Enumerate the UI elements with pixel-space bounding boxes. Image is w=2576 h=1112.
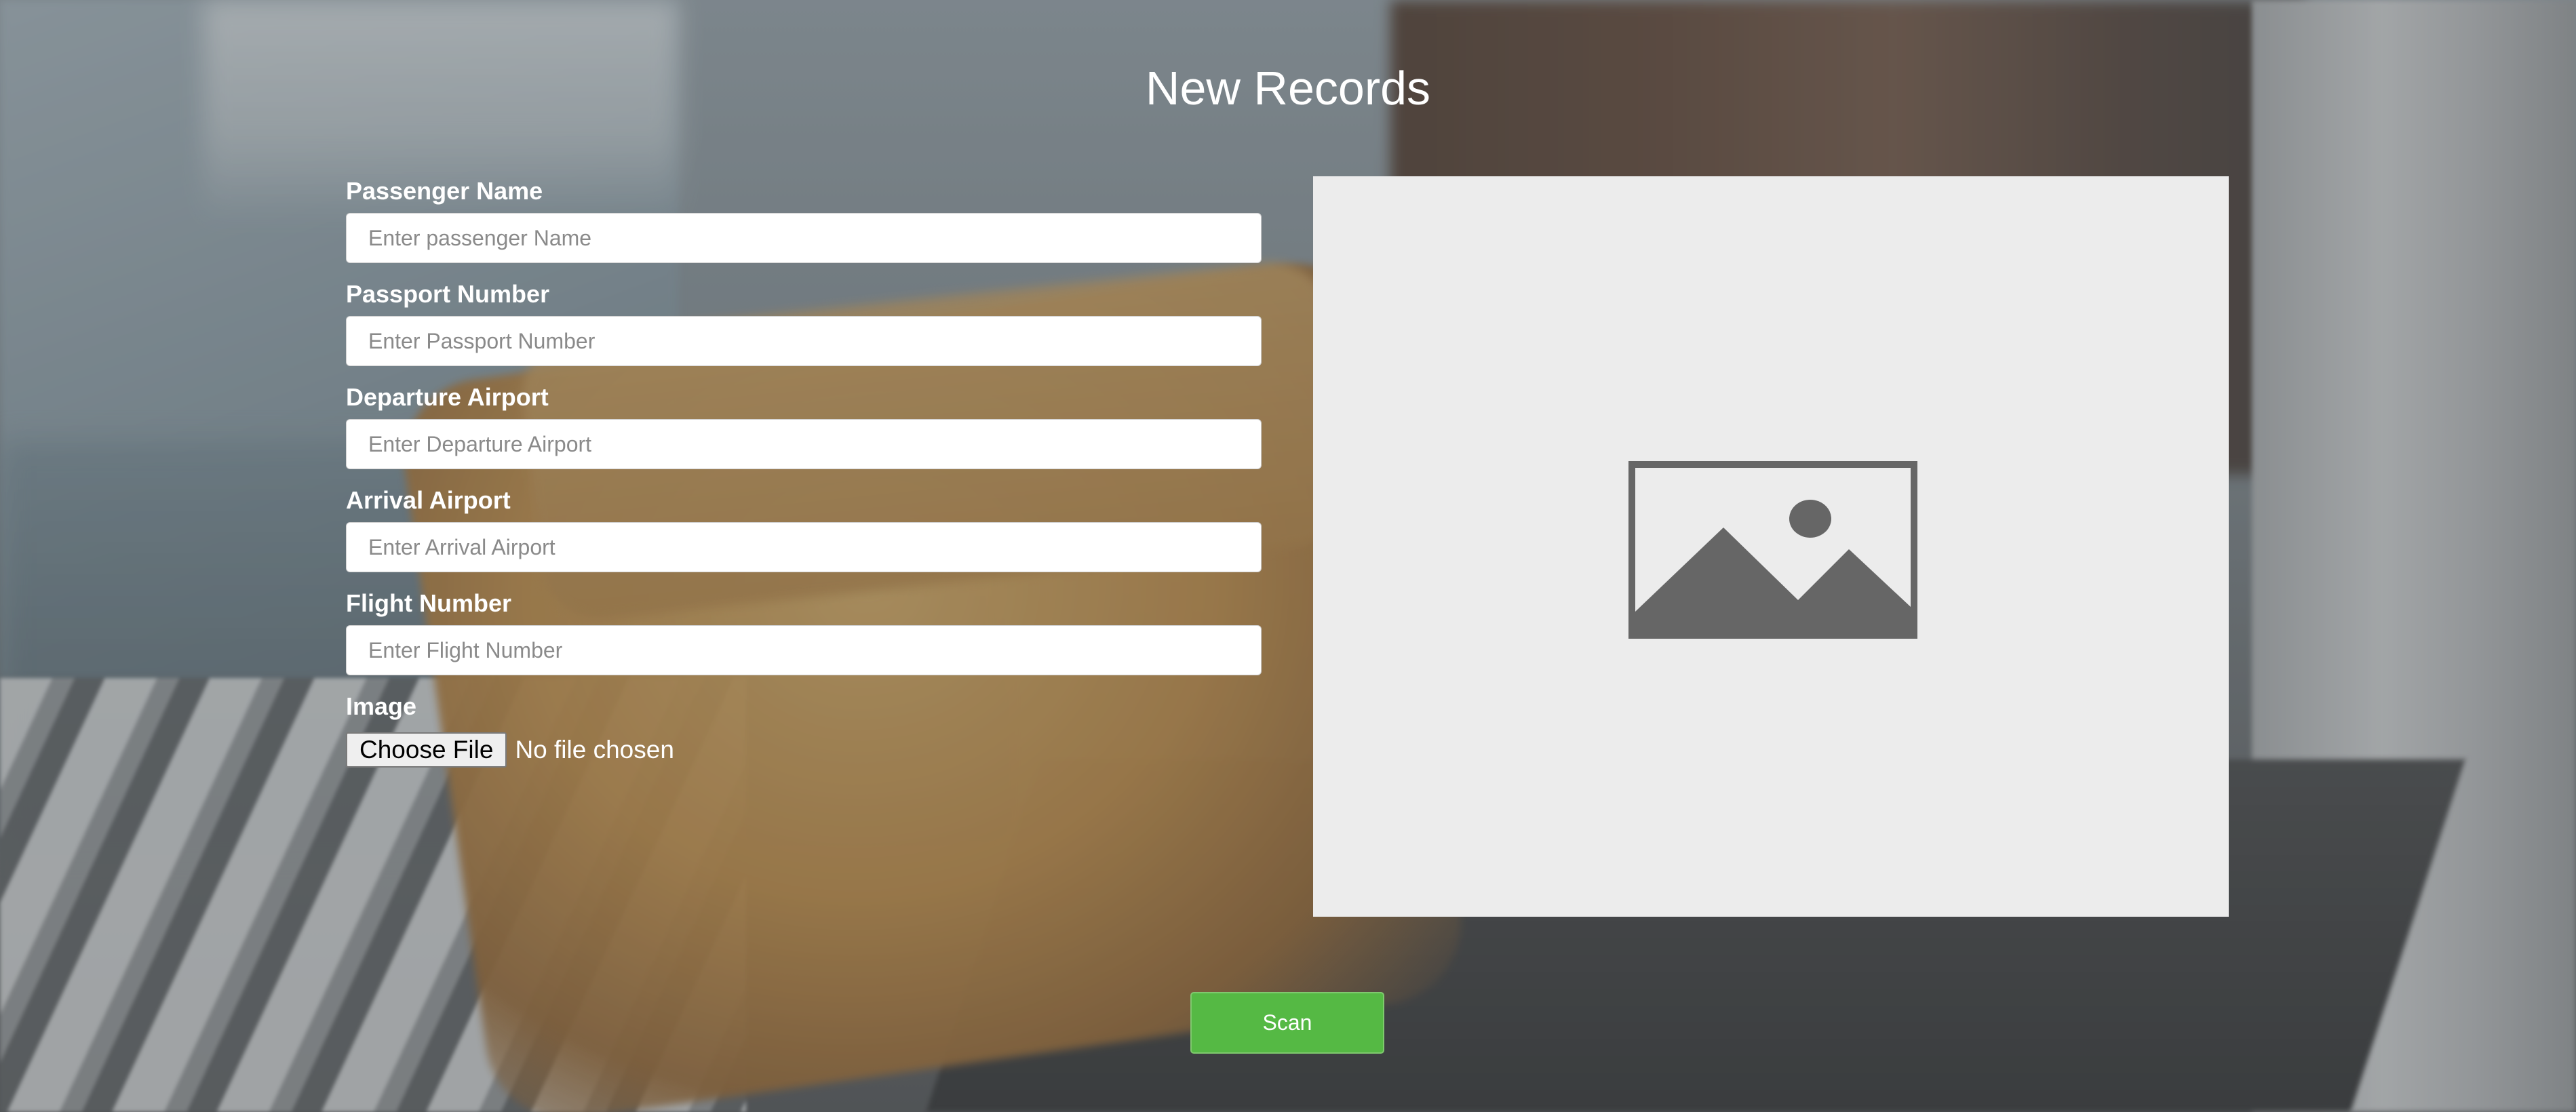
arrival-airport-label: Arrival Airport: [346, 486, 511, 514]
new-record-form: Passenger Name Passport Number Departure…: [346, 176, 1262, 768]
page-title: New Records: [1145, 62, 1431, 115]
passport-number-label: Passport Number: [346, 280, 550, 308]
departure-airport-input[interactable]: [346, 419, 1262, 469]
choose-file-button[interactable]: Choose File: [346, 732, 507, 768]
file-status-text: No file chosen: [515, 736, 674, 763]
image-file-picker: Choose File No file chosen: [346, 732, 1262, 768]
flight-number-input[interactable]: [346, 625, 1262, 675]
image-label: Image: [346, 692, 417, 720]
departure-airport-label: Departure Airport: [346, 383, 549, 411]
scan-button[interactable]: Scan: [1190, 992, 1384, 1054]
flight-number-label: Flight Number: [346, 589, 511, 617]
arrival-airport-input[interactable]: [346, 522, 1262, 572]
image-preview-panel: [1313, 176, 2229, 917]
image-placeholder-icon: [1628, 461, 1917, 639]
passenger-name-label: Passenger Name: [346, 177, 543, 205]
passenger-name-input[interactable]: [346, 213, 1262, 263]
passport-number-input[interactable]: [346, 316, 1262, 366]
